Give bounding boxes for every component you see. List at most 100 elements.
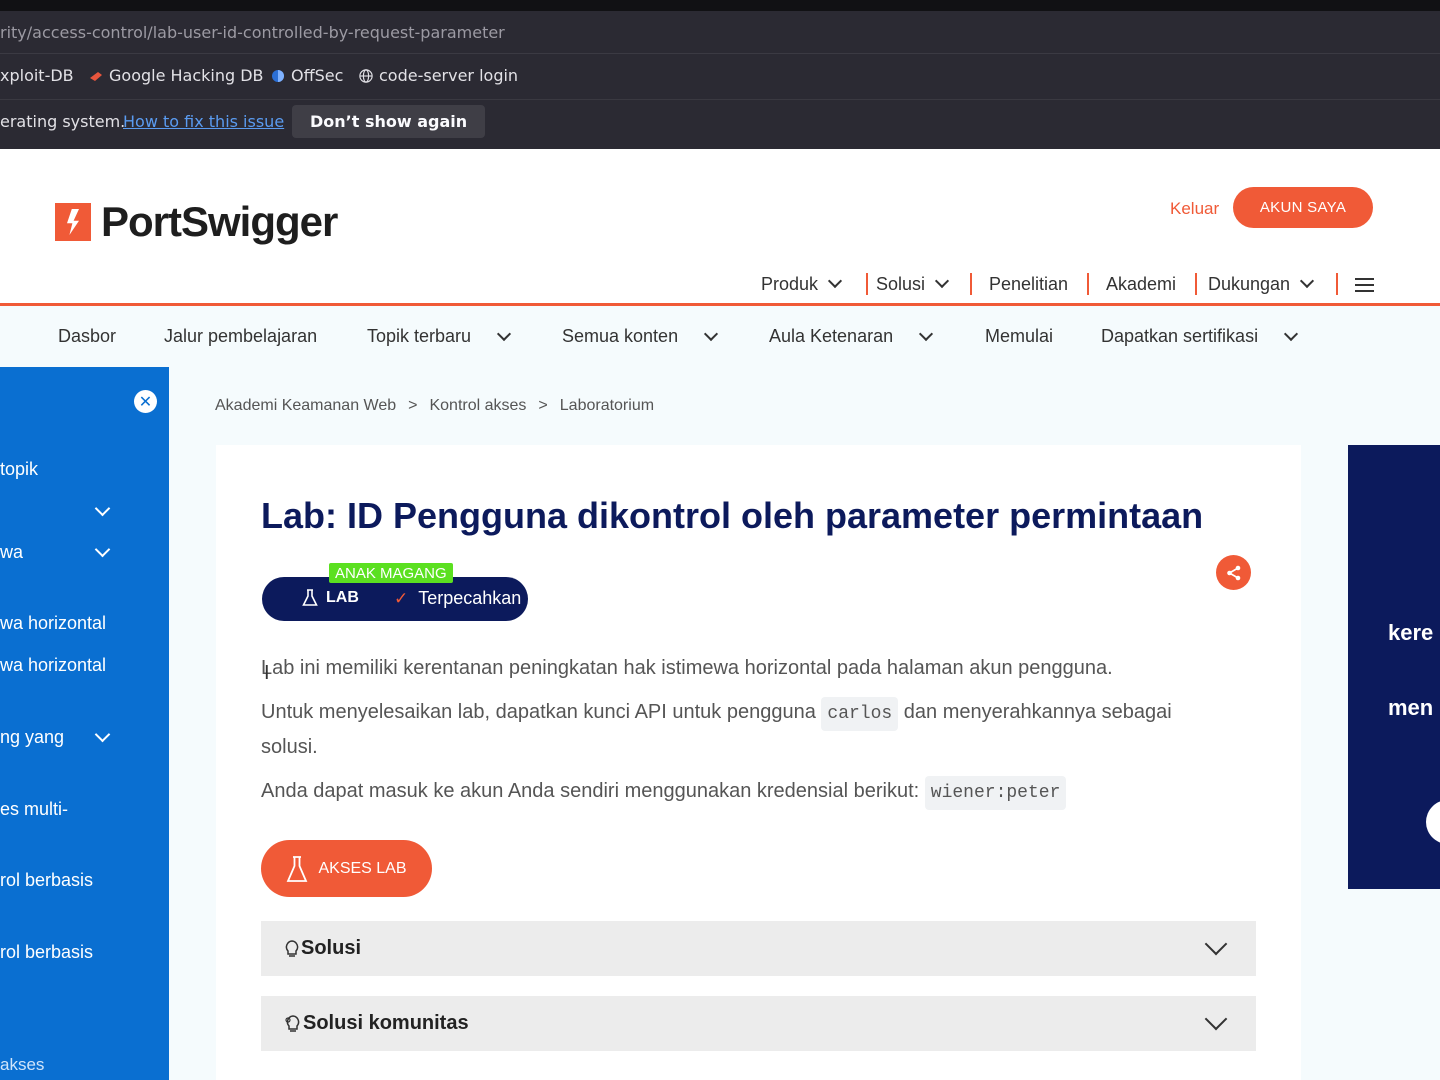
nav-label: Produk [761, 273, 819, 294]
share-button[interactable] [1216, 555, 1251, 590]
chevron-down-icon [1284, 326, 1299, 341]
breadcrumb: Akademi Keamanan Web > Kontrol akses > L… [215, 397, 654, 415]
subnav-aula[interactable]: Aula Ketenaran [769, 326, 934, 347]
lab-status-pill: LAB ✓ Terpecahkan [262, 577, 528, 621]
instruction-text: dan menyerahkannya sebagai [903, 701, 1172, 723]
url-text[interactable]: rity/access-control/lab-user-id-controll… [0, 23, 505, 42]
banner-text: kere [1388, 620, 1434, 645]
dont-show-again-button[interactable]: Don’t show again [292, 105, 486, 138]
subnav-jalur[interactable]: Jalur pembelajaran [164, 326, 317, 347]
bookmark-offsec[interactable]: OffSec [271, 66, 343, 85]
promo-banner[interactable]: kere men [1348, 445, 1440, 889]
code-username: carlos [821, 697, 899, 731]
sidebar-item[interactable]: es multi- [0, 799, 68, 820]
bookmarks-bar: xploit-DB Google Hacking DB OffSec code-… [0, 54, 1440, 99]
logout-link[interactable]: Keluar [1170, 199, 1219, 219]
notice-link[interactable]: How to fix this issue [123, 112, 284, 131]
solution-accordion[interactable]: Solusi [261, 921, 1256, 976]
check-icon: ✓ [394, 588, 409, 608]
subnav-memulai[interactable]: Memulai [985, 326, 1053, 347]
topic-sidebar: topik wa wa horizontal wa horizontal ng … [0, 367, 169, 1080]
sidebar-item[interactable]: wa [0, 542, 23, 563]
community-lightbulb-icon [285, 1014, 300, 1032]
address-bar[interactable]: rity/access-control/lab-user-id-controll… [0, 11, 1440, 54]
bookmark-code-server[interactable]: code-server login [359, 66, 518, 85]
sidebar-item[interactable]: topik [0, 459, 38, 480]
sidebar-item[interactable]: rol berbasis [0, 942, 93, 963]
my-account-button[interactable]: AKUN SAYA [1233, 187, 1373, 228]
breadcrumb-separator: > [408, 397, 418, 414]
breadcrumb-separator: > [538, 397, 548, 414]
banner-text: men [1388, 695, 1434, 720]
nav-label: Solusi [876, 273, 926, 294]
chevron-down-icon[interactable] [94, 500, 111, 517]
chevron-down-icon[interactable] [94, 541, 111, 558]
subnav-label: Semua konten [562, 326, 679, 346]
breadcrumb-link[interactable]: Akademi Keamanan Web [215, 397, 396, 415]
lab-instructions: Untuk menyelesaikan lab, dapatkan kunci … [261, 695, 1172, 731]
chevron-down-icon [934, 273, 950, 289]
access-lab-button[interactable]: AKSES LAB [261, 840, 432, 897]
subnav-label: Dasbor [58, 326, 117, 346]
accordion-label: Solusi komunitas [303, 1012, 469, 1034]
chevron-down-icon [919, 326, 934, 341]
window-titlebar [0, 0, 1440, 11]
nav-dukungan[interactable]: Dukungan [1208, 271, 1315, 297]
sidebar-item[interactable]: ng yang [0, 727, 64, 748]
chevron-down-icon[interactable] [94, 726, 111, 743]
breadcrumb-link[interactable]: Kontrol akses [429, 397, 526, 415]
lab-instructions-cont: solusi. [261, 736, 318, 758]
academy-subnav: Dasbor Jalur pembelajaran Topik terbaru … [0, 306, 1440, 367]
sidebar-item[interactable]: akses [0, 1055, 44, 1075]
community-solution-accordion[interactable]: Solusi komunitas [261, 996, 1256, 1051]
status-label: Terpecahkan [418, 588, 522, 608]
subnav-label: Aula Ketenaran [769, 326, 894, 346]
nav-sep [1195, 271, 1197, 297]
logo-icon [55, 203, 91, 241]
accordion-label: Solusi [301, 937, 362, 959]
chevron-down-icon [1204, 932, 1228, 956]
subnav-dasbor[interactable]: Dasbor [58, 326, 116, 347]
nav-sep [1087, 271, 1089, 297]
subnav-topik[interactable]: Topik terbaru [367, 326, 512, 347]
close-sidebar-icon[interactable]: ✕ [134, 390, 157, 413]
site-header: PortSwigger Keluar AKUN SAYA Produk Solu… [0, 149, 1440, 306]
share-icon [1226, 565, 1240, 580]
banner-button[interactable] [1426, 800, 1440, 844]
lab-card [216, 445, 1301, 1080]
sidebar-item[interactable]: rol berbasis [0, 870, 93, 891]
nav-label: Akademi [1106, 273, 1177, 294]
chevron-down-icon [1300, 273, 1315, 289]
nav-solusi[interactable]: Solusi [876, 271, 950, 297]
bookmark-label: xploit-DB [0, 66, 74, 85]
lab-credentials: Anda dapat masuk ke akun Anda sendiri me… [261, 774, 1067, 810]
nav-akademi[interactable]: Akademi [1106, 271, 1176, 297]
bookmark-exploit-db[interactable]: xploit-DB [0, 66, 74, 85]
flask-icon [302, 589, 318, 606]
chevron-down-icon [1204, 1007, 1228, 1031]
text-cursor-icon: I [264, 662, 270, 684]
lab-solved-status: ✓ Terpecahkan [394, 588, 521, 609]
nav-sep [1336, 271, 1338, 297]
subnav-sertifikasi[interactable]: Dapatkan sertifikasi [1101, 326, 1299, 347]
lab-type: LAB [302, 589, 359, 607]
bookmark-google-hacking-db[interactable]: Google Hacking DB [89, 66, 264, 85]
hamburger-menu-icon[interactable] [1355, 278, 1374, 292]
nav-label: Dukungan [1208, 273, 1291, 294]
nav-penelitian[interactable]: Penelitian [989, 271, 1068, 297]
sidebar-item[interactable]: wa horizontal [0, 613, 106, 634]
breadcrumb-current[interactable]: Laboratorium [560, 397, 654, 415]
nav-produk[interactable]: Produk [761, 271, 843, 297]
chevron-down-icon [704, 326, 719, 341]
access-lab-label: AKSES LAB [318, 859, 407, 877]
bookmark-label: code-server login [379, 66, 519, 85]
nav-sep [866, 271, 868, 297]
bookmark-label: OffSec [291, 66, 344, 85]
code-credentials: wiener:peter [924, 776, 1067, 810]
subnav-semua-konten[interactable]: Semua konten [562, 326, 719, 347]
globe-icon [359, 68, 373, 83]
subnav-label: Memulai [985, 326, 1054, 346]
sidebar-item[interactable]: wa horizontal [0, 655, 106, 676]
flask-icon [287, 855, 308, 882]
portswigger-logo[interactable]: PortSwigger [55, 198, 338, 246]
